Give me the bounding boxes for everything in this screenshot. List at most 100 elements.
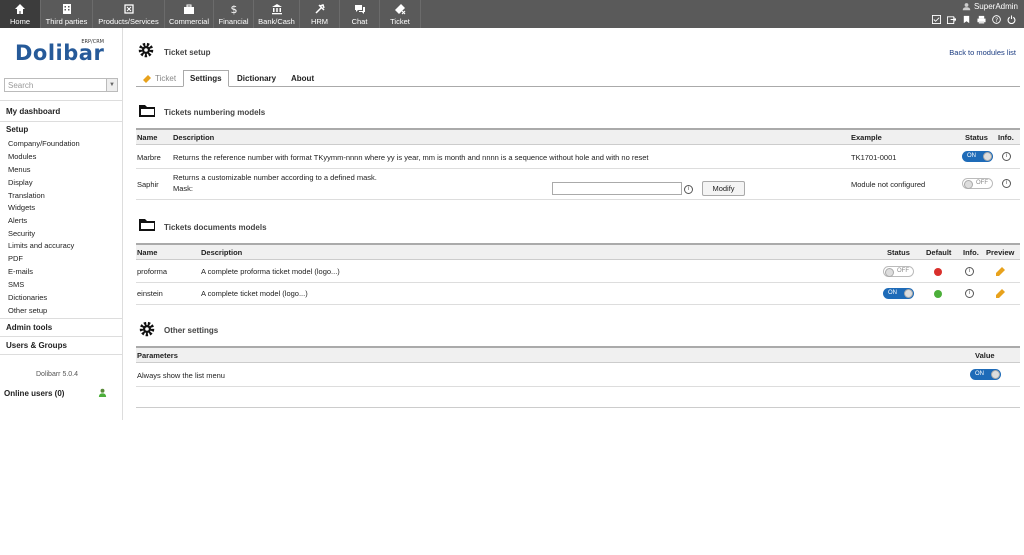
menu-financial[interactable]: $ Financial bbox=[214, 0, 254, 28]
info-icon[interactable]: i bbox=[1002, 152, 1011, 161]
row-description: A complete proforma ticket model (logo..… bbox=[201, 267, 340, 276]
menu-bank-cash[interactable]: Bank/Cash bbox=[254, 0, 300, 28]
dollar-icon: $ bbox=[230, 3, 237, 15]
info-icon[interactable]: i bbox=[965, 267, 974, 276]
menu-security[interactable]: Security bbox=[8, 229, 35, 238]
mask-info-icon[interactable]: i bbox=[684, 185, 693, 194]
menu-products-label: Products/Services bbox=[98, 17, 159, 26]
folder-icon bbox=[139, 105, 155, 117]
default-off-icon[interactable] bbox=[934, 268, 942, 276]
hrm-icon bbox=[314, 4, 325, 14]
info-icon[interactable]: i bbox=[1002, 179, 1011, 188]
svg-text:ERP/CRM: ERP/CRM bbox=[81, 39, 104, 45]
menu-modules[interactable]: Modules bbox=[8, 152, 36, 161]
username: SuperAdmin bbox=[973, 2, 1018, 11]
search-placeholder: Search bbox=[8, 80, 34, 90]
search-input[interactable]: Search ▼ bbox=[4, 78, 118, 92]
toggle-label: ON bbox=[967, 153, 976, 159]
help-icon[interactable]: ? bbox=[992, 15, 1001, 24]
row-description: Returns a customizable number according … bbox=[173, 173, 377, 182]
menu-pdf[interactable]: PDF bbox=[8, 254, 23, 263]
col-description: Description bbox=[201, 248, 243, 257]
menu-commercial-label: Commercial bbox=[168, 17, 209, 26]
menu-translation[interactable]: Translation bbox=[8, 191, 45, 200]
value-toggle[interactable]: ON bbox=[970, 369, 1001, 380]
status-toggle[interactable]: ON bbox=[962, 151, 993, 162]
menu-limits[interactable]: Limits and accuracy bbox=[8, 241, 74, 250]
other-table-header: Parameters Value bbox=[136, 346, 1020, 363]
gear-icon bbox=[138, 42, 154, 58]
menu-dictionaries[interactable]: Dictionaries bbox=[8, 293, 47, 302]
print-icon[interactable] bbox=[977, 15, 986, 24]
online-users[interactable]: Online users (0) bbox=[4, 389, 64, 398]
default-on-icon[interactable] bbox=[934, 290, 942, 298]
menu-emails[interactable]: E-mails bbox=[8, 267, 33, 276]
bookmark-icon[interactable] bbox=[962, 15, 971, 24]
col-value: Value bbox=[975, 351, 995, 360]
checklist-icon[interactable] bbox=[932, 15, 941, 24]
row-example: Module not configured bbox=[851, 180, 926, 189]
menu-admin-tools[interactable]: Admin tools bbox=[6, 323, 52, 332]
menu-third-parties[interactable]: Third parties bbox=[41, 0, 93, 28]
status-toggle[interactable]: OFF bbox=[962, 178, 993, 189]
table-row: einstein A complete ticket model (logo..… bbox=[136, 283, 1020, 305]
table-row: Always show the list menu ON bbox=[136, 365, 1020, 387]
preview-icon[interactable] bbox=[995, 288, 1007, 298]
row-name: einstein bbox=[137, 289, 163, 298]
menu-setup[interactable]: Setup bbox=[6, 125, 28, 134]
menu-ticket[interactable]: Ticket bbox=[380, 0, 421, 28]
page-title: Ticket setup bbox=[164, 48, 211, 57]
menu-alerts[interactable]: Alerts bbox=[8, 216, 27, 225]
menu-hrm[interactable]: HRM bbox=[300, 0, 340, 28]
user-login[interactable]: SuperAdmin bbox=[962, 2, 1018, 11]
search-dropdown-icon[interactable]: ▼ bbox=[106, 79, 117, 91]
menu-widgets[interactable]: Widgets bbox=[8, 203, 35, 212]
top-tools: ? bbox=[932, 15, 1016, 24]
mask-label: Mask: bbox=[173, 184, 194, 193]
mask-input[interactable] bbox=[552, 182, 682, 195]
tab-about[interactable]: About bbox=[285, 70, 320, 87]
home-icon bbox=[15, 4, 25, 14]
chat-icon bbox=[354, 5, 365, 14]
menu-chat[interactable]: Chat bbox=[340, 0, 380, 28]
status-toggle[interactable]: ON bbox=[883, 288, 914, 299]
col-parameters: Parameters bbox=[137, 351, 178, 360]
tab-settings[interactable]: Settings bbox=[183, 70, 229, 87]
toggle-label: ON bbox=[888, 290, 897, 296]
menu-menus[interactable]: Menus bbox=[8, 165, 31, 174]
bank-icon bbox=[271, 4, 282, 15]
folder-icon bbox=[139, 219, 155, 231]
briefcase-icon bbox=[184, 4, 194, 14]
left-menu: Dolibarr ERP/CRM Search ▼ My dashboard S… bbox=[0, 28, 123, 420]
documents-title: Tickets documents models bbox=[164, 223, 267, 232]
menu-company[interactable]: Company/Foundation bbox=[8, 139, 80, 148]
export-icon[interactable] bbox=[947, 15, 956, 24]
menu-home[interactable]: Home bbox=[0, 0, 41, 28]
menu-products[interactable]: Products/Services bbox=[93, 0, 165, 28]
back-to-modules-link[interactable]: Back to modules list bbox=[949, 48, 1016, 57]
row-description: Returns the reference number with format… bbox=[173, 153, 649, 162]
tab-ticket[interactable]: Ticket bbox=[136, 70, 182, 87]
status-toggle[interactable]: OFF bbox=[883, 266, 914, 277]
svg-text:$: $ bbox=[230, 3, 237, 15]
col-preview: Preview bbox=[986, 248, 1015, 257]
toggle-label: ON bbox=[975, 371, 984, 377]
col-status: Status bbox=[965, 133, 988, 142]
menu-commercial[interactable]: Commercial bbox=[165, 0, 214, 28]
info-icon[interactable]: i bbox=[965, 289, 974, 298]
menu-users-groups[interactable]: Users & Groups bbox=[6, 341, 67, 350]
preview-icon[interactable] bbox=[995, 266, 1007, 276]
tab-dictionary[interactable]: Dictionary bbox=[231, 70, 282, 87]
modify-button[interactable]: Modify bbox=[702, 181, 745, 196]
bottom-divider bbox=[136, 407, 1020, 408]
menu-my-dashboard[interactable]: My dashboard bbox=[6, 107, 60, 116]
building-icon bbox=[62, 4, 71, 14]
row-description: A complete ticket model (logo...) bbox=[201, 289, 308, 298]
menu-other-setup[interactable]: Other setup bbox=[8, 306, 47, 315]
col-name: Name bbox=[137, 248, 158, 257]
col-info: Info. bbox=[998, 133, 1014, 142]
menu-sms[interactable]: SMS bbox=[8, 280, 24, 289]
logout-icon[interactable] bbox=[1007, 15, 1016, 24]
other-settings-title: Other settings bbox=[164, 326, 219, 335]
menu-display[interactable]: Display bbox=[8, 178, 33, 187]
